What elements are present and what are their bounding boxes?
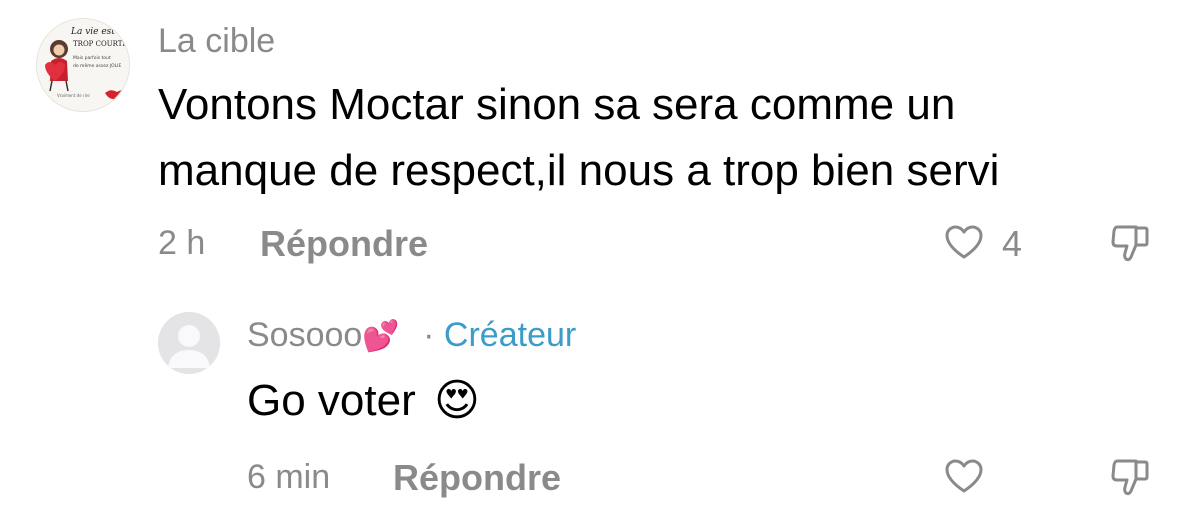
user-silhouette-icon	[158, 312, 220, 374]
thumbs-down-outline-icon[interactable]	[1109, 221, 1153, 270]
avatar-text-line: Vraiment de rire	[57, 93, 90, 98]
comment-username[interactable]: La cible	[158, 22, 275, 61]
two-hearts-icon: 💕	[362, 320, 400, 353]
avatar-text-line: de même assez JOLIE	[73, 62, 122, 69]
reply-button[interactable]: Répondre	[393, 457, 561, 499]
avatar-image: La vie est TROP COURTE Mais parfois tout…	[37, 19, 129, 111]
avatar-text-line: TROP COURTE	[73, 40, 128, 48]
comment-timestamp: 2 h	[158, 224, 206, 262]
comment-text: Vontons Moctar sinon sa sera comme un ma…	[158, 72, 1158, 204]
creator-badge: Créateur	[443, 316, 577, 354]
like-count: 4	[1002, 223, 1023, 264]
comment-reply: Sosooo💕 · Créateur Go voter 😍 6 min Répo…	[0, 290, 1199, 530]
smiling-heart-eyes-icon: 😍	[433, 376, 480, 425]
avatar-text-line: La vie est	[70, 27, 115, 37]
reply-username-row: Sosooo💕 · Créateur	[247, 316, 576, 355]
heart-outline-icon[interactable]	[944, 457, 984, 502]
avatar[interactable]	[158, 312, 220, 374]
reply-button[interactable]: Répondre	[260, 223, 428, 265]
comment-text-line: manque de respect,il nous a trop bien se…	[158, 146, 1000, 195]
reply-text-content: Go voter	[247, 376, 416, 425]
heart-outline-icon[interactable]	[944, 223, 984, 268]
comment-main: La vie est TROP COURTE Mais parfois tout…	[0, 0, 1199, 290]
reply-timestamp: 6 min	[247, 458, 331, 496]
avatar[interactable]: La vie est TROP COURTE Mais parfois tout…	[36, 18, 130, 112]
avatar-text-line: Mais parfois tout	[73, 55, 111, 61]
reply-username[interactable]: Sosooo	[247, 316, 362, 354]
reply-text: Go voter 😍	[247, 368, 480, 434]
thumbs-down-outline-icon[interactable]	[1109, 455, 1153, 504]
separator-dot: ·	[423, 316, 435, 354]
comment-text-line: Vontons Moctar sinon sa sera comme un	[158, 80, 956, 129]
